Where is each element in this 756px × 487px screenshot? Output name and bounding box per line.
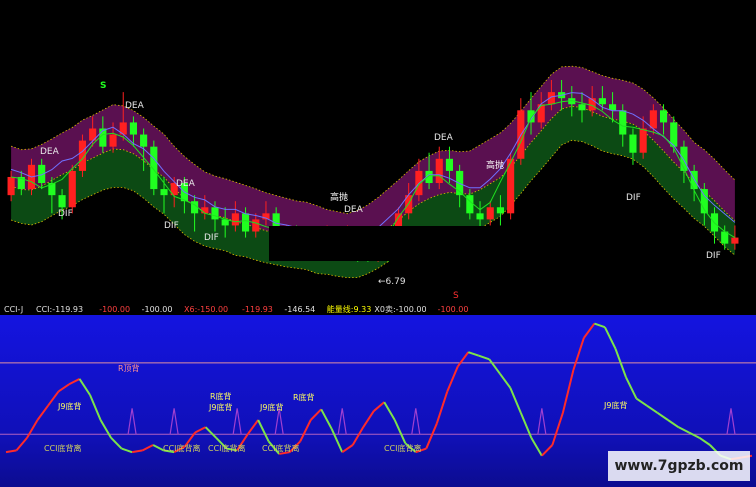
dif-label-2: DIF xyxy=(164,221,179,231)
indicator-value-0: CCI:-119.93 xyxy=(36,305,83,314)
j9-label-2: J9底背 xyxy=(208,402,232,412)
candle-body xyxy=(58,195,66,208)
j9-label-1: J9底背 xyxy=(57,401,81,411)
candle-body xyxy=(680,146,688,171)
cci-label-5: CCI底背离 xyxy=(384,443,422,453)
candle-body xyxy=(242,213,250,232)
indicator-value-3: X6:-150.00 xyxy=(184,305,228,314)
price-panel: S ←6.79 DEA DEA DEA DEA DEA DIF DIF DIF … xyxy=(0,0,756,302)
indicator-value-2: -100.00 xyxy=(142,305,173,314)
candle-body xyxy=(231,213,239,226)
dea-label-1: DEA xyxy=(40,147,60,157)
r-label-1: R底背 xyxy=(210,391,232,401)
candle-body xyxy=(619,110,627,135)
candle-body xyxy=(496,207,504,214)
r-label-2: R底背 xyxy=(293,392,315,402)
candle-body xyxy=(731,237,739,244)
chinese-label-1: 高抛 xyxy=(330,191,348,203)
top-s-label: S xyxy=(100,81,106,91)
dif-label-5: DIF xyxy=(706,251,721,261)
candle-body xyxy=(639,128,647,153)
dea-label-4: DEA xyxy=(344,205,364,215)
cci-label-3: CCI底背离 xyxy=(208,443,246,453)
overlay-black-box xyxy=(269,226,490,261)
indicator-value-6: 能量线:9.33 xyxy=(327,304,372,314)
candle-body xyxy=(109,134,117,147)
indicator-value-1: -100.00 xyxy=(99,305,130,314)
cci-label-4: CCI底背离 xyxy=(262,443,300,453)
indicator-value-7: X0卖:-100.00 xyxy=(374,305,426,314)
top-divergence-label: R顶背 xyxy=(118,363,140,373)
low-price-marker: ←6.79 xyxy=(378,277,406,287)
candle-body xyxy=(435,158,443,184)
indicator-name: CCI-J xyxy=(4,305,23,314)
indicator-value-5: -146.54 xyxy=(284,305,315,314)
indicator-value-4: -119.93 xyxy=(242,305,273,314)
candle-body xyxy=(486,207,494,220)
candle-body xyxy=(578,104,586,111)
cci-label-1: CCI底背离 xyxy=(44,443,82,453)
candle-body xyxy=(476,213,484,220)
dif-label-3: DIF xyxy=(204,233,219,243)
candle-body xyxy=(629,134,637,153)
dif-label-4: DIF xyxy=(626,193,641,203)
candle-body xyxy=(445,158,454,171)
indicator-value-8: -100.00 xyxy=(438,305,469,314)
candle-body xyxy=(140,134,148,147)
watermark: www.7gpzb.com xyxy=(608,451,750,481)
candle-body xyxy=(129,122,137,135)
red-s-label: S xyxy=(453,291,459,301)
candle-body xyxy=(160,189,168,196)
j9-label-3: J9底背 xyxy=(259,402,283,412)
dea-label-2: DEA xyxy=(125,101,145,111)
dea-label-5: DEA xyxy=(434,133,454,143)
candle-body xyxy=(659,110,668,123)
candle-body xyxy=(252,219,260,232)
dea-label-3: DEA xyxy=(176,179,196,189)
candle-body xyxy=(211,207,219,220)
candle-body xyxy=(466,195,474,214)
candle-body xyxy=(649,110,657,129)
dif-label-1: DIF xyxy=(58,209,73,219)
low-price-value: 6.79 xyxy=(386,277,406,287)
candle-body xyxy=(598,98,606,105)
chinese-label-2: 高抛 xyxy=(486,159,504,171)
candle-body xyxy=(201,207,209,214)
j9-label-4: J9底背 xyxy=(603,400,627,410)
stock-chart: S ←6.79 DEA DEA DEA DEA DEA DIF DIF DIF … xyxy=(0,0,756,487)
candle-body xyxy=(68,170,76,208)
candle-body xyxy=(150,146,158,190)
candle-body xyxy=(7,176,15,196)
indicator-header: CCI-J CCI:-119.93 -100.00 -100.00 X6:-150.00… xyxy=(0,302,756,315)
cci-label-2: CCI底背离 xyxy=(163,443,201,453)
